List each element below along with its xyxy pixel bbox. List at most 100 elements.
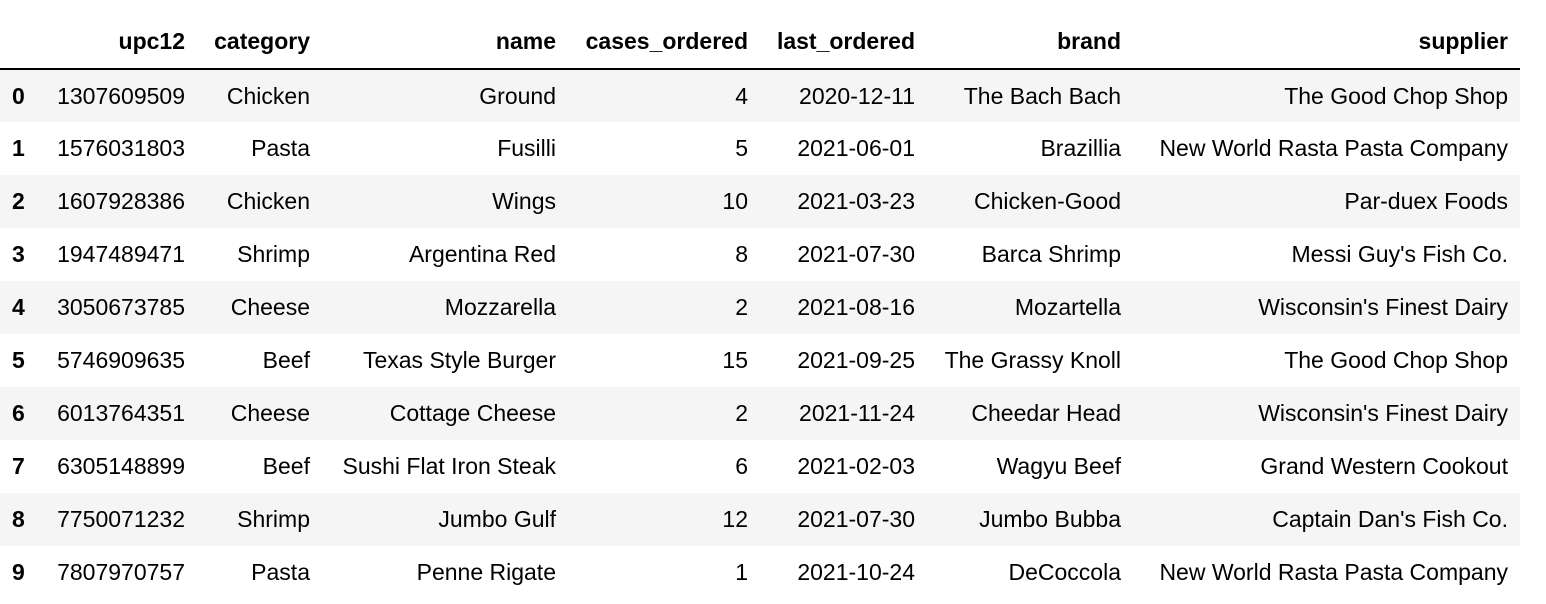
cell-supplier: Messi Guy's Fish Co. xyxy=(1291,241,1508,267)
cell-last-ordered: 2021-02-03 xyxy=(797,453,915,479)
row-index: 2 xyxy=(12,188,25,214)
table-row: 1 1576031803 Pasta Fusilli 5 2021-06-01 Brazil… xyxy=(0,122,1520,175)
dataframe-table: upc12 category name cases_ordered last_order… xyxy=(0,15,1520,599)
cell-brand: Cheedar Head xyxy=(971,400,1121,426)
dataframe-output: upc12 category name cases_ordered last_order… xyxy=(0,0,1546,604)
cell-cases-ordered: 6 xyxy=(735,453,748,479)
column-header-upc12: upc12 xyxy=(39,15,197,70)
cell-name: Fusilli xyxy=(497,135,556,161)
cell-supplier: Captain Dan's Fish Co. xyxy=(1272,506,1508,532)
cell-name: Argentina Red xyxy=(408,241,556,267)
cell-cases-ordered: 2 xyxy=(735,294,748,320)
cell-upc12: 1307609509 xyxy=(57,82,185,109)
cell-name: Wings xyxy=(492,188,556,214)
cell-upc12: 1947489471 xyxy=(57,241,185,267)
cell-cases-ordered: 8 xyxy=(735,241,748,267)
cell-supplier: The Good Chop Shop xyxy=(1284,82,1508,109)
cell-category: Cheese xyxy=(230,400,310,426)
header-row: upc12 category name cases_ordered last_order… xyxy=(0,15,1520,70)
column-header-last-ordered: last_ordered xyxy=(760,15,927,70)
cell-brand: The Grassy Knoll xyxy=(944,347,1121,373)
cell-name: Ground xyxy=(479,82,556,109)
index-header xyxy=(0,15,39,70)
cell-cases-ordered: 12 xyxy=(722,506,748,532)
table-row: 0 1307609509 Chicken Ground 4 2020-12-11 The B… xyxy=(0,69,1520,122)
cell-supplier: New World Rasta Pasta Company xyxy=(1159,559,1508,585)
cell-name: Jumbo Gulf xyxy=(438,506,556,532)
cell-category: Chicken xyxy=(226,188,310,214)
cell-cases-ordered: 5 xyxy=(735,135,748,161)
cell-last-ordered: 2021-10-24 xyxy=(797,559,915,585)
cell-brand: The Bach Bach xyxy=(963,82,1121,109)
cell-category: Cheese xyxy=(230,294,310,320)
cell-supplier: Grand Western Cookout xyxy=(1260,453,1508,479)
cell-category: Shrimp xyxy=(237,506,310,532)
cell-brand: Barca Shrimp xyxy=(981,241,1121,267)
cell-brand: Chicken-Good xyxy=(973,188,1121,214)
cell-name: Mozzarella xyxy=(444,294,556,320)
cell-name: Sushi Flat Iron Steak xyxy=(342,453,557,479)
cell-last-ordered: 2021-11-24 xyxy=(799,400,915,426)
row-index: 1 xyxy=(12,135,25,161)
row-index: 3 xyxy=(12,241,25,267)
cell-upc12: 5746909635 xyxy=(57,347,185,373)
cell-upc12: 3050673785 xyxy=(57,294,185,320)
column-header-category: category xyxy=(197,15,322,70)
cell-upc12: 7750071232 xyxy=(57,506,185,532)
column-header-name: name xyxy=(322,15,568,70)
cell-last-ordered: 2021-07-30 xyxy=(797,241,915,267)
cell-supplier: New World Rasta Pasta Company xyxy=(1159,135,1508,161)
cell-last-ordered: 2021-03-23 xyxy=(797,188,915,214)
cell-upc12: 1607928386 xyxy=(57,188,185,214)
cell-cases-ordered: 4 xyxy=(735,82,748,109)
cell-supplier: The Good Chop Shop xyxy=(1284,347,1508,373)
row-index: 9 xyxy=(12,559,25,585)
cell-last-ordered: 2021-06-01 xyxy=(797,135,915,161)
cell-category: Pasta xyxy=(251,135,310,161)
cell-category: Shrimp xyxy=(237,241,310,267)
column-header-cases-ordered: cases_ordered xyxy=(568,15,760,70)
table-row: 2 1607928386 Chicken Wings 10 2021-03-23 Chick… xyxy=(0,175,1520,228)
column-header-supplier: supplier xyxy=(1133,15,1520,70)
table-body: 0 1307609509 Chicken Ground 4 2020-12-11 The B… xyxy=(0,69,1520,599)
cell-category: Pasta xyxy=(251,559,310,585)
cell-cases-ordered: 10 xyxy=(722,188,748,214)
cell-last-ordered: 2021-07-30 xyxy=(797,506,915,532)
table-row: 3 1947489471 Shrimp Argentina Red 8 2021-07-3… xyxy=(0,228,1520,281)
table-row: 7 6305148899 Beef Sushi Flat Iron Steak 6 202… xyxy=(0,440,1520,493)
table-header: upc12 category name cases_ordered last_order… xyxy=(0,15,1520,70)
cell-cases-ordered: 2 xyxy=(735,400,748,426)
table-row: 9 7807970757 Pasta Penne Rigate 1 2021-10-24 D… xyxy=(0,546,1520,599)
cell-category: Beef xyxy=(262,347,310,373)
cell-upc12: 1576031803 xyxy=(57,135,185,161)
cell-last-ordered: 2020-12-11 xyxy=(799,82,915,109)
cell-category: Beef xyxy=(262,453,310,479)
cell-name: Cottage Cheese xyxy=(389,400,556,426)
cell-cases-ordered: 15 xyxy=(722,347,748,373)
cell-supplier: Par-duex Foods xyxy=(1344,188,1508,214)
cell-upc12: 7807970757 xyxy=(57,559,185,585)
row-index: 6 xyxy=(12,400,25,426)
cell-brand: Wagyu Beef xyxy=(996,453,1121,479)
table-row: 6 6013764351 Cheese Cottage Cheese 2 2021-11-… xyxy=(0,387,1520,440)
cell-last-ordered: 2021-08-16 xyxy=(797,294,915,320)
row-index: 7 xyxy=(12,453,25,479)
cell-upc12: 6305148899 xyxy=(57,453,185,479)
row-index: 0 xyxy=(12,82,25,109)
cell-last-ordered: 2021-09-25 xyxy=(797,347,915,373)
table-row: 4 3050673785 Cheese Mozzarella 2 2021-08-16 Mo… xyxy=(0,281,1520,334)
cell-brand: Jumbo Bubba xyxy=(979,506,1121,532)
cell-cases-ordered: 1 xyxy=(735,559,748,585)
cell-supplier: Wisconsin's Finest Dairy xyxy=(1258,294,1508,320)
row-index: 5 xyxy=(12,347,25,373)
cell-category: Chicken xyxy=(226,82,310,109)
cell-brand: Brazillia xyxy=(1040,135,1121,161)
cell-name: Penne Rigate xyxy=(416,559,556,585)
column-header-brand: brand xyxy=(927,15,1133,70)
cell-name: Texas Style Burger xyxy=(362,347,556,373)
cell-upc12: 6013764351 xyxy=(57,400,185,426)
cell-brand: Mozartella xyxy=(1014,294,1121,320)
cell-supplier: Wisconsin's Finest Dairy xyxy=(1258,400,1508,426)
row-index: 8 xyxy=(12,506,25,532)
table-row: 5 5746909635 Beef Texas Style Burger 15 2021-… xyxy=(0,334,1520,387)
